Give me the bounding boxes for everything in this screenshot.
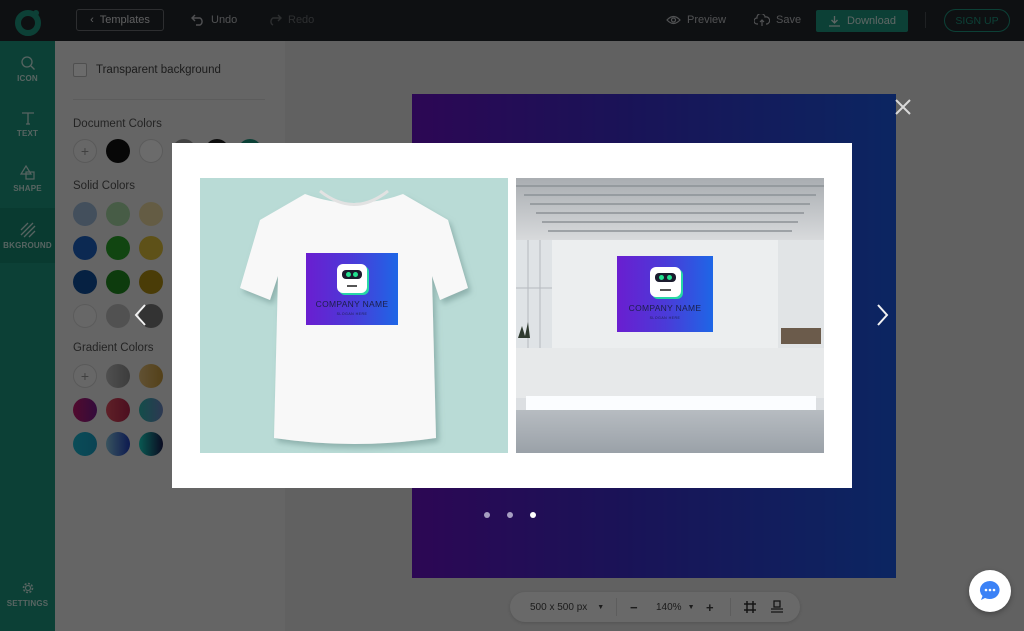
robot-logo-icon xyxy=(649,267,681,297)
logo-design-on-shirt: COMPANY NAME SLOGAN HERE xyxy=(306,253,398,325)
previous-arrow-icon[interactable] xyxy=(132,302,150,328)
slogan-text: SLOGAN HERE xyxy=(336,312,368,316)
company-name-text: COMPANY NAME xyxy=(628,303,702,313)
chat-bubble-icon xyxy=(979,580,1000,600)
slogan-text: SLOGAN HERE xyxy=(649,316,681,320)
carousel-dots xyxy=(484,512,536,518)
carousel-dot[interactable] xyxy=(484,512,490,518)
close-icon[interactable] xyxy=(892,96,914,118)
carousel-dot[interactable] xyxy=(530,512,536,518)
tshirt-mockup: COMPANY NAME SLOGAN HERE xyxy=(200,178,508,453)
chat-button[interactable] xyxy=(969,570,1011,612)
office-wall-mockup: COMPANY NAME SLOGAN HERE xyxy=(516,178,824,453)
carousel-dot[interactable] xyxy=(507,512,513,518)
company-name-text: COMPANY NAME xyxy=(315,299,389,309)
next-arrow-icon[interactable] xyxy=(873,302,891,328)
mockup-preview-modal: COMPANY NAME SLOGAN HERE COMPANY NAME SL… xyxy=(172,143,852,488)
robot-logo-icon xyxy=(337,264,367,293)
logo-design-on-wall: COMPANY NAME SLOGAN HERE xyxy=(617,256,713,332)
